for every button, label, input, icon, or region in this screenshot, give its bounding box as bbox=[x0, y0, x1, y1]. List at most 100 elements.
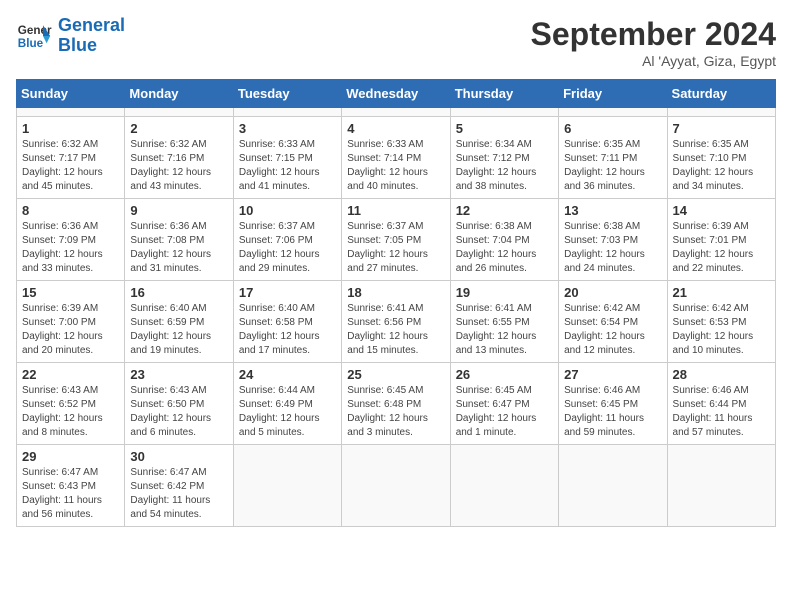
day-detail: Sunrise: 6:43 AM Sunset: 6:50 PM Dayligh… bbox=[130, 384, 227, 440]
calendar-cell bbox=[233, 108, 341, 117]
day-detail: Sunrise: 6:37 AM Sunset: 7:06 PM Dayligh… bbox=[239, 220, 336, 276]
calendar-cell bbox=[559, 445, 667, 527]
calendar-cell: 29 Sunrise: 6:47 AM Sunset: 6:43 PM Dayli… bbox=[17, 445, 125, 527]
day-number: 18 bbox=[347, 285, 444, 300]
col-header-tuesday: Tuesday bbox=[233, 80, 341, 108]
calendar-cell: 18Sunrise: 6:41 AM Sunset: 6:56 PM Dayli… bbox=[342, 281, 450, 363]
logo-text: General Blue bbox=[58, 16, 125, 56]
calendar-cell bbox=[342, 445, 450, 527]
calendar-cell: 6 Sunrise: 6:35 AM Sunset: 7:11 PM Daylig… bbox=[559, 117, 667, 199]
calendar-cell: 21 Sunrise: 6:42 AM Sunset: 6:53 PM Dayli… bbox=[667, 281, 775, 363]
day-number: 28 bbox=[673, 367, 770, 382]
logo-icon: General Blue bbox=[16, 18, 52, 54]
day-number: 14 bbox=[673, 203, 770, 218]
day-number: 26 bbox=[456, 367, 553, 382]
title-area: September 2024 Al 'Ayyat, Giza, Egypt bbox=[531, 16, 776, 69]
day-detail: Sunrise: 6:46 AM Sunset: 6:44 PM Dayligh… bbox=[673, 384, 770, 440]
day-detail: Sunrise: 6:35 AM Sunset: 7:11 PM Dayligh… bbox=[564, 138, 661, 194]
day-number: 4 bbox=[347, 121, 444, 136]
calendar-cell: 11 Sunrise: 6:37 AM Sunset: 7:05 PM Dayli… bbox=[342, 199, 450, 281]
calendar-cell: 28 Sunrise: 6:46 AM Sunset: 6:44 PM Dayli… bbox=[667, 363, 775, 445]
calendar-cell bbox=[17, 108, 125, 117]
calendar-cell: 2 Sunrise: 6:32 AM Sunset: 7:16 PM Daylig… bbox=[125, 117, 233, 199]
day-detail: Sunrise: 6:42 AM Sunset: 6:53 PM Dayligh… bbox=[673, 302, 770, 358]
day-detail: Sunrise: 6:38 AM Sunset: 7:03 PM Dayligh… bbox=[564, 220, 661, 276]
calendar-cell: 13 Sunrise: 6:38 AM Sunset: 7:03 PM Dayli… bbox=[559, 199, 667, 281]
day-number: 24 bbox=[239, 367, 336, 382]
day-number: 16 bbox=[130, 285, 227, 300]
day-detail: Sunrise: 6:33 AM Sunset: 7:15 PM Dayligh… bbox=[239, 138, 336, 194]
day-number: 12 bbox=[456, 203, 553, 218]
calendar-cell: 22Sunrise: 6:43 AM Sunset: 6:52 PM Dayli… bbox=[17, 363, 125, 445]
day-number: 10 bbox=[239, 203, 336, 218]
day-number: 19 bbox=[456, 285, 553, 300]
calendar-cell: 10 Sunrise: 6:37 AM Sunset: 7:06 PM Dayli… bbox=[233, 199, 341, 281]
day-detail: Sunrise: 6:35 AM Sunset: 7:10 PM Dayligh… bbox=[673, 138, 770, 194]
day-number: 5 bbox=[456, 121, 553, 136]
day-detail: Sunrise: 6:37 AM Sunset: 7:05 PM Dayligh… bbox=[347, 220, 444, 276]
day-number: 30 bbox=[130, 449, 227, 464]
calendar-table: SundayMondayTuesdayWednesdayThursdayFrid… bbox=[16, 79, 776, 527]
calendar-cell: 30 Sunrise: 6:47 AM Sunset: 6:42 PM Dayli… bbox=[125, 445, 233, 527]
day-detail: Sunrise: 6:47 AM Sunset: 6:43 PM Dayligh… bbox=[22, 466, 119, 522]
day-number: 2 bbox=[130, 121, 227, 136]
logo: General Blue General Blue bbox=[16, 16, 125, 56]
day-detail: Sunrise: 6:36 AM Sunset: 7:09 PM Dayligh… bbox=[22, 220, 119, 276]
svg-text:Blue: Blue bbox=[18, 37, 44, 50]
col-header-wednesday: Wednesday bbox=[342, 80, 450, 108]
calendar-cell: 24 Sunrise: 6:44 AM Sunset: 6:49 PM Dayli… bbox=[233, 363, 341, 445]
calendar-cell: 17Sunrise: 6:40 AM Sunset: 6:58 PM Dayli… bbox=[233, 281, 341, 363]
calendar-cell bbox=[450, 108, 558, 117]
day-detail: Sunrise: 6:41 AM Sunset: 6:55 PM Dayligh… bbox=[456, 302, 553, 358]
location-title: Al 'Ayyat, Giza, Egypt bbox=[531, 53, 776, 69]
calendar-cell: 23 Sunrise: 6:43 AM Sunset: 6:50 PM Dayli… bbox=[125, 363, 233, 445]
calendar-cell bbox=[342, 108, 450, 117]
day-number: 17 bbox=[239, 285, 336, 300]
day-detail: Sunrise: 6:38 AM Sunset: 7:04 PM Dayligh… bbox=[456, 220, 553, 276]
col-header-friday: Friday bbox=[559, 80, 667, 108]
day-detail: Sunrise: 6:40 AM Sunset: 6:59 PM Dayligh… bbox=[130, 302, 227, 358]
calendar-cell: 9Sunrise: 6:36 AM Sunset: 7:08 PM Daylig… bbox=[125, 199, 233, 281]
calendar-cell: 26 Sunrise: 6:45 AM Sunset: 6:47 PM Dayli… bbox=[450, 363, 558, 445]
day-number: 29 bbox=[22, 449, 119, 464]
day-detail: Sunrise: 6:45 AM Sunset: 6:47 PM Dayligh… bbox=[456, 384, 553, 440]
calendar-cell bbox=[233, 445, 341, 527]
day-detail: Sunrise: 6:36 AM Sunset: 7:08 PM Dayligh… bbox=[130, 220, 227, 276]
day-number: 23 bbox=[130, 367, 227, 382]
day-detail: Sunrise: 6:45 AM Sunset: 6:48 PM Dayligh… bbox=[347, 384, 444, 440]
day-detail: Sunrise: 6:44 AM Sunset: 6:49 PM Dayligh… bbox=[239, 384, 336, 440]
day-number: 15 bbox=[22, 285, 119, 300]
day-number: 20 bbox=[564, 285, 661, 300]
calendar-cell: 27 Sunrise: 6:46 AM Sunset: 6:45 PM Dayli… bbox=[559, 363, 667, 445]
day-number: 11 bbox=[347, 203, 444, 218]
calendar-cell: 7 Sunrise: 6:35 AM Sunset: 7:10 PM Daylig… bbox=[667, 117, 775, 199]
day-detail: Sunrise: 6:32 AM Sunset: 7:16 PM Dayligh… bbox=[130, 138, 227, 194]
day-detail: Sunrise: 6:33 AM Sunset: 7:14 PM Dayligh… bbox=[347, 138, 444, 194]
col-header-sunday: Sunday bbox=[17, 80, 125, 108]
calendar-cell: 3 Sunrise: 6:33 AM Sunset: 7:15 PM Daylig… bbox=[233, 117, 341, 199]
day-detail: Sunrise: 6:47 AM Sunset: 6:42 PM Dayligh… bbox=[130, 466, 227, 522]
calendar-cell: 20Sunrise: 6:42 AM Sunset: 6:54 PM Dayli… bbox=[559, 281, 667, 363]
col-header-saturday: Saturday bbox=[667, 80, 775, 108]
day-detail: Sunrise: 6:39 AM Sunset: 7:00 PM Dayligh… bbox=[22, 302, 119, 358]
calendar-cell: 12 Sunrise: 6:38 AM Sunset: 7:04 PM Dayli… bbox=[450, 199, 558, 281]
calendar-cell bbox=[667, 445, 775, 527]
calendar-cell: 5Sunrise: 6:34 AM Sunset: 7:12 PM Daylig… bbox=[450, 117, 558, 199]
month-title: September 2024 bbox=[531, 16, 776, 53]
day-number: 27 bbox=[564, 367, 661, 382]
calendar-cell: 19 Sunrise: 6:41 AM Sunset: 6:55 PM Dayli… bbox=[450, 281, 558, 363]
day-number: 13 bbox=[564, 203, 661, 218]
day-number: 21 bbox=[673, 285, 770, 300]
day-number: 6 bbox=[564, 121, 661, 136]
calendar-cell: 14 Sunrise: 6:39 AM Sunset: 7:01 PM Dayli… bbox=[667, 199, 775, 281]
calendar-cell: 16 Sunrise: 6:40 AM Sunset: 6:59 PM Dayli… bbox=[125, 281, 233, 363]
day-number: 7 bbox=[673, 121, 770, 136]
calendar-cell: 15 Sunrise: 6:39 AM Sunset: 7:00 PM Dayli… bbox=[17, 281, 125, 363]
day-detail: Sunrise: 6:43 AM Sunset: 6:52 PM Dayligh… bbox=[22, 384, 119, 440]
day-detail: Sunrise: 6:46 AM Sunset: 6:45 PM Dayligh… bbox=[564, 384, 661, 440]
day-number: 25 bbox=[347, 367, 444, 382]
day-detail: Sunrise: 6:39 AM Sunset: 7:01 PM Dayligh… bbox=[673, 220, 770, 276]
day-number: 3 bbox=[239, 121, 336, 136]
day-number: 1 bbox=[22, 121, 119, 136]
header: General Blue General Blue September 2024… bbox=[16, 16, 776, 69]
